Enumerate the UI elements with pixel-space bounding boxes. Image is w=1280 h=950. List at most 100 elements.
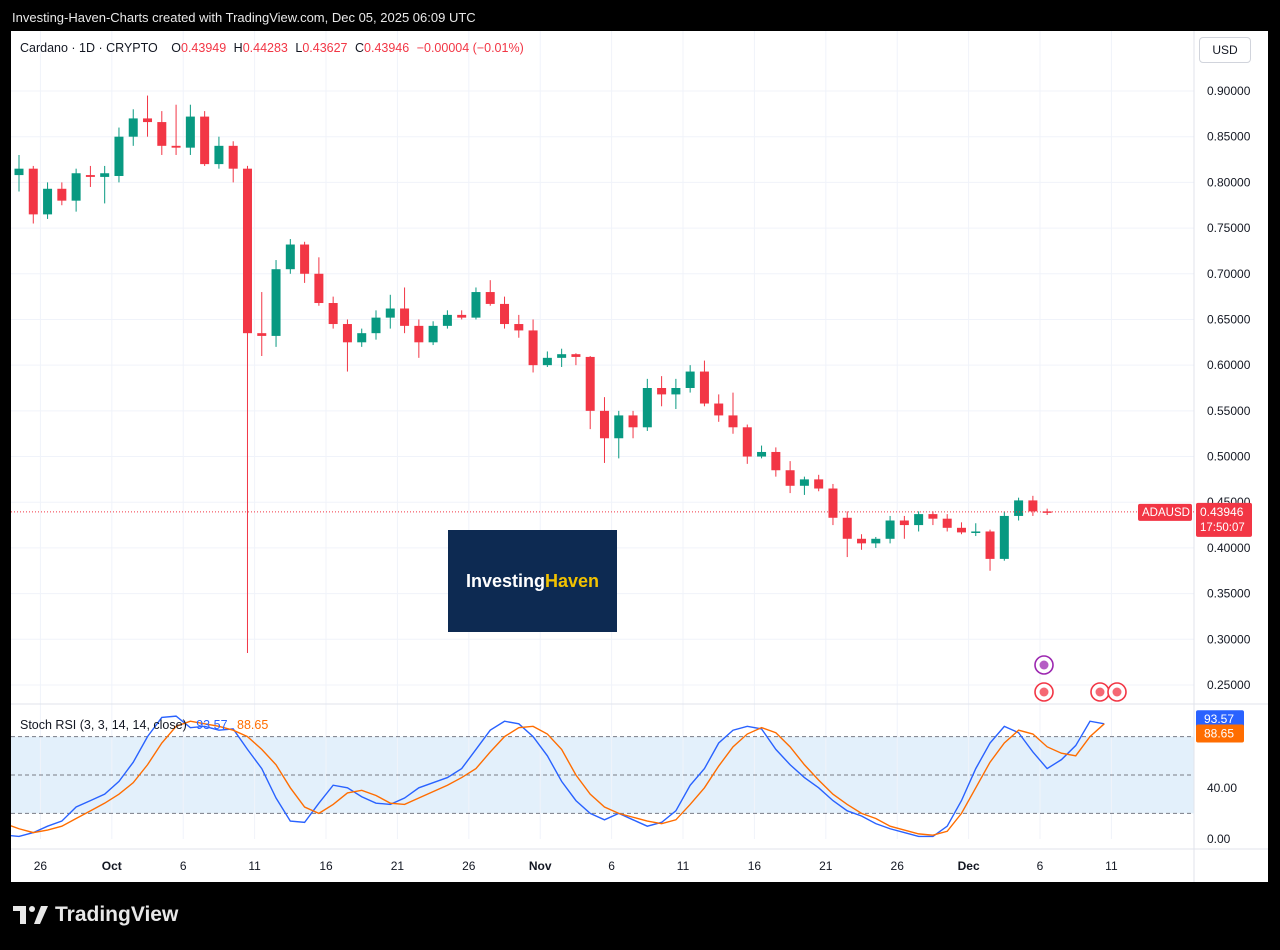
candle-body[interactable] [899,520,909,526]
candle-body[interactable] [442,314,452,326]
candle-body[interactable] [457,314,467,318]
high-value: 0.44283 [242,41,288,55]
stoch-rsi-label[interactable]: Stoch RSI (3, 3, 14, 14, close) [20,718,187,732]
candle-body[interactable] [200,116,210,165]
candle-body[interactable] [885,520,895,539]
time-axis-label: 6 [608,859,615,873]
candle-body[interactable] [742,427,752,457]
close-label: C [355,41,365,55]
candle-body[interactable] [71,173,81,201]
symbol-name[interactable]: Cardano · 1D · CRYPTO [20,41,158,55]
candle-body[interactable] [1014,500,1024,516]
candle-body[interactable] [728,415,738,428]
tradingview-logo-icon [13,906,48,924]
time-axis-label: 21 [391,859,405,873]
candle-body[interactable] [85,175,95,177]
price-axis-label: 0.40000 [1207,541,1251,555]
candle-body[interactable] [1028,500,1038,512]
candle-body[interactable] [599,410,609,439]
candle-body[interactable] [328,303,338,325]
candle-body[interactable] [485,292,495,304]
candle-body[interactable] [28,168,38,215]
candle-body[interactable] [757,451,767,457]
candle-body[interactable] [214,145,224,165]
currency-button[interactable]: USD [1199,37,1251,63]
candle-body[interactable] [114,136,124,176]
candle-body[interactable] [357,333,367,343]
candle-body[interactable] [385,308,395,318]
candle-body[interactable] [842,517,852,539]
candle-body[interactable] [342,324,352,343]
time-axis-label: 6 [1037,859,1044,873]
candle-body[interactable] [300,244,310,274]
candle-body[interactable] [657,388,667,395]
candle-body[interactable] [942,518,952,528]
candle-body[interactable] [257,333,267,336]
candle-body[interactable] [699,371,709,404]
candle-body[interactable] [57,188,67,201]
price-axis-label: 0.35000 [1207,587,1251,601]
candle-body[interactable] [371,317,381,334]
candle-body[interactable] [999,515,1009,559]
candle-body[interactable] [471,292,481,318]
candle-body[interactable] [714,403,724,416]
time-axis-label: 11 [1105,859,1118,873]
candle-body[interactable] [985,531,995,559]
candle-body[interactable] [314,273,324,304]
chart-frame[interactable]: 0.90000 0.85000 0.80000 0.75000 0.70000 0.650… [11,31,1268,882]
candle-body[interactable] [157,122,167,146]
candle-body[interactable] [100,173,110,177]
candle-body[interactable] [542,357,552,366]
candle-body[interactable] [857,538,867,544]
candle-body[interactable] [628,415,638,428]
candle-body[interactable] [771,451,781,471]
candle-body[interactable] [143,118,153,123]
stoch-rsi-k-value: 93.57 [196,718,228,732]
candle-body[interactable] [285,244,295,270]
candle-body[interactable] [414,325,424,343]
time-axis-label: Dec [958,859,980,873]
candle-body[interactable] [528,330,538,366]
candle-body[interactable] [1042,511,1052,513]
candle-body[interactable] [514,324,524,331]
open-label: O [171,41,181,55]
candle-body[interactable] [271,269,281,336]
candle-body[interactable] [671,388,681,395]
candle-body[interactable] [828,488,838,518]
candle-body[interactable] [14,168,24,176]
candle-body[interactable] [585,356,595,411]
time-axis-label: 26 [891,859,905,873]
stoch-rsi-d-tag-text: 88.65 [1204,727,1234,741]
candle-body[interactable] [785,470,795,486]
ai-event-icon-dot [1039,660,1049,670]
candle-body[interactable] [799,479,809,486]
candle-body[interactable] [400,308,410,326]
candle-body[interactable] [642,388,652,428]
candle-body[interactable] [571,354,581,357]
candle-body[interactable] [871,538,881,544]
price-axis-label: 0.80000 [1207,175,1251,189]
candle-body[interactable] [557,354,567,358]
candle-body[interactable] [956,527,966,533]
price-axis-label: 0.25000 [1207,678,1251,692]
candle-body[interactable] [814,479,824,489]
time-axis-label: Oct [102,859,122,873]
price-axis-label: 0.65000 [1207,312,1251,326]
candle-body[interactable] [428,325,438,343]
chart-canvas[interactable]: 0.90000 0.85000 0.80000 0.75000 0.70000 0.650… [11,31,1268,882]
candle-body[interactable] [171,145,181,148]
time-axis-label: 16 [748,859,762,873]
candle-body[interactable] [43,188,53,215]
candle-body[interactable] [928,514,938,519]
candle-body[interactable] [228,145,238,169]
candle-body[interactable] [185,116,195,148]
candle-body[interactable] [614,415,624,439]
candle-body[interactable] [128,118,138,137]
time-axis-label: 11 [248,859,261,873]
candle-body[interactable] [500,303,510,325]
candle-body[interactable] [685,371,695,388]
candle-body[interactable] [242,168,252,334]
candle-body[interactable] [914,514,924,526]
symbol-legend: Cardano · 1D · CRYPTO O0.43949 H0.44283 … [20,41,524,55]
candle-body[interactable] [971,531,981,533]
